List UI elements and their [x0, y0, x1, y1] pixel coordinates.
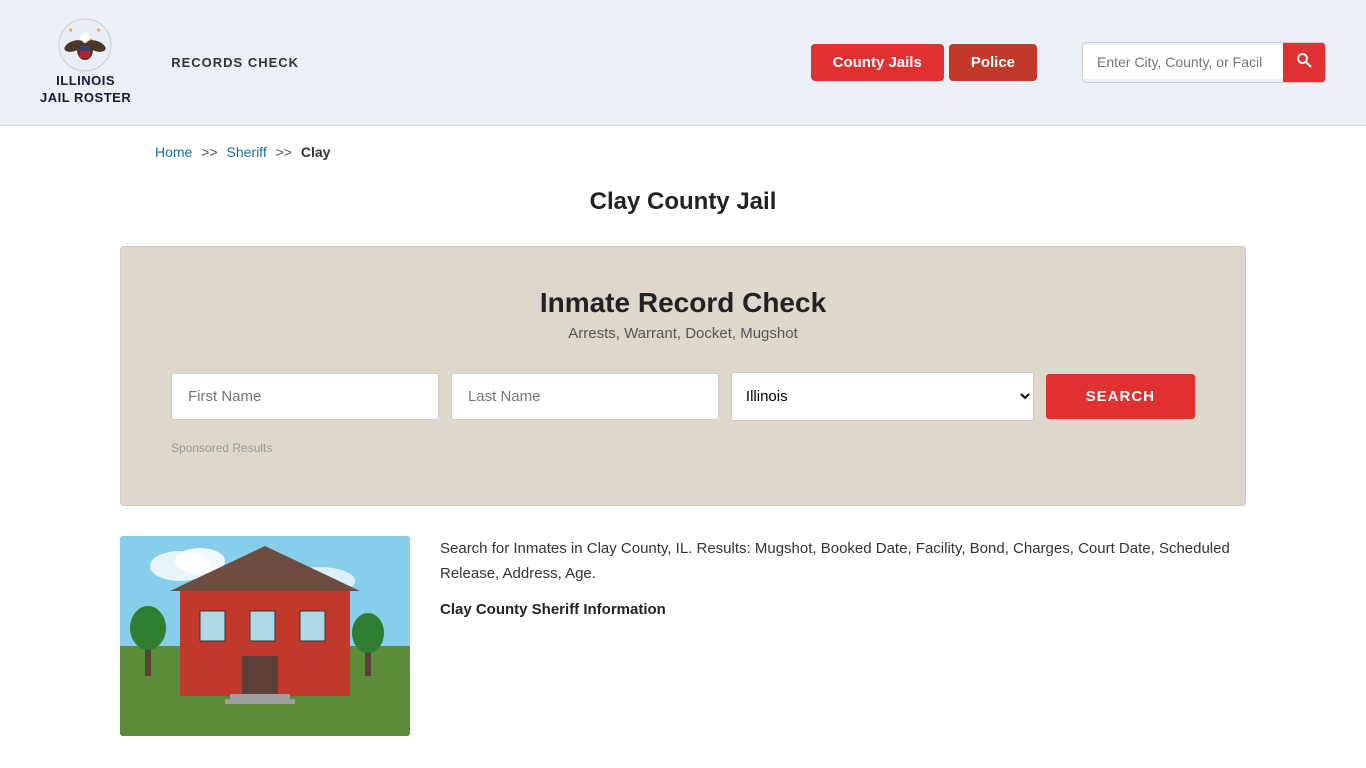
content-area: Search for Inmates in Clay County, IL. R… — [120, 536, 1246, 766]
county-jails-button[interactable]: County Jails — [811, 44, 944, 81]
header-search-input[interactable] — [1083, 45, 1283, 79]
records-check-link[interactable]: RECORDS CHECK — [171, 55, 299, 70]
search-icon — [1296, 52, 1312, 68]
last-name-input[interactable] — [451, 373, 719, 420]
logo-text: ILLINOIS JAIL ROSTER — [40, 73, 131, 107]
content-text: Search for Inmates in Clay County, IL. R… — [440, 536, 1246, 736]
search-button[interactable]: SEARCH — [1046, 374, 1195, 419]
breadcrumb: Home >> Sheriff >> Clay — [0, 126, 1366, 178]
header-search-button[interactable] — [1283, 43, 1325, 82]
sheriff-info-title: Clay County Sheriff Information — [440, 597, 1246, 623]
breadcrumb-current: Clay — [301, 144, 331, 160]
svg-text:★: ★ — [68, 27, 73, 34]
page-title: Clay County Jail — [0, 188, 1366, 216]
breadcrumb-sep2: >> — [276, 144, 292, 160]
site-logo[interactable]: ★ ★ ILLINOIS JAIL ROSTER — [40, 18, 131, 107]
police-button[interactable]: Police — [949, 44, 1037, 81]
state-select[interactable]: Illinois Alabama Alaska Arizona Arkansas… — [731, 372, 1034, 421]
breadcrumb-home[interactable]: Home — [155, 144, 192, 160]
nav-buttons: County Jails Police — [811, 44, 1037, 81]
breadcrumb-sheriff[interactable]: Sheriff — [227, 144, 267, 160]
record-check-title: Inmate Record Check — [171, 287, 1195, 319]
record-check-subtitle: Arrests, Warrant, Docket, Mugshot — [171, 325, 1195, 342]
header: ★ ★ ILLINOIS JAIL ROSTER RECORDS CHECK C… — [0, 0, 1366, 126]
sponsored-results-label: Sponsored Results — [171, 441, 1195, 455]
content-description: Search for Inmates in Clay County, IL. R… — [440, 536, 1246, 587]
jail-building-image — [120, 536, 410, 736]
record-check-box: Inmate Record Check Arrests, Warrant, Do… — [120, 246, 1246, 506]
header-search-bar — [1082, 42, 1326, 83]
search-form: Illinois Alabama Alaska Arizona Arkansas… — [171, 372, 1195, 421]
svg-text:★: ★ — [96, 27, 101, 34]
first-name-input[interactable] — [171, 373, 439, 420]
illinois-logo-icon: ★ ★ — [58, 18, 113, 73]
breadcrumb-sep1: >> — [201, 144, 217, 160]
